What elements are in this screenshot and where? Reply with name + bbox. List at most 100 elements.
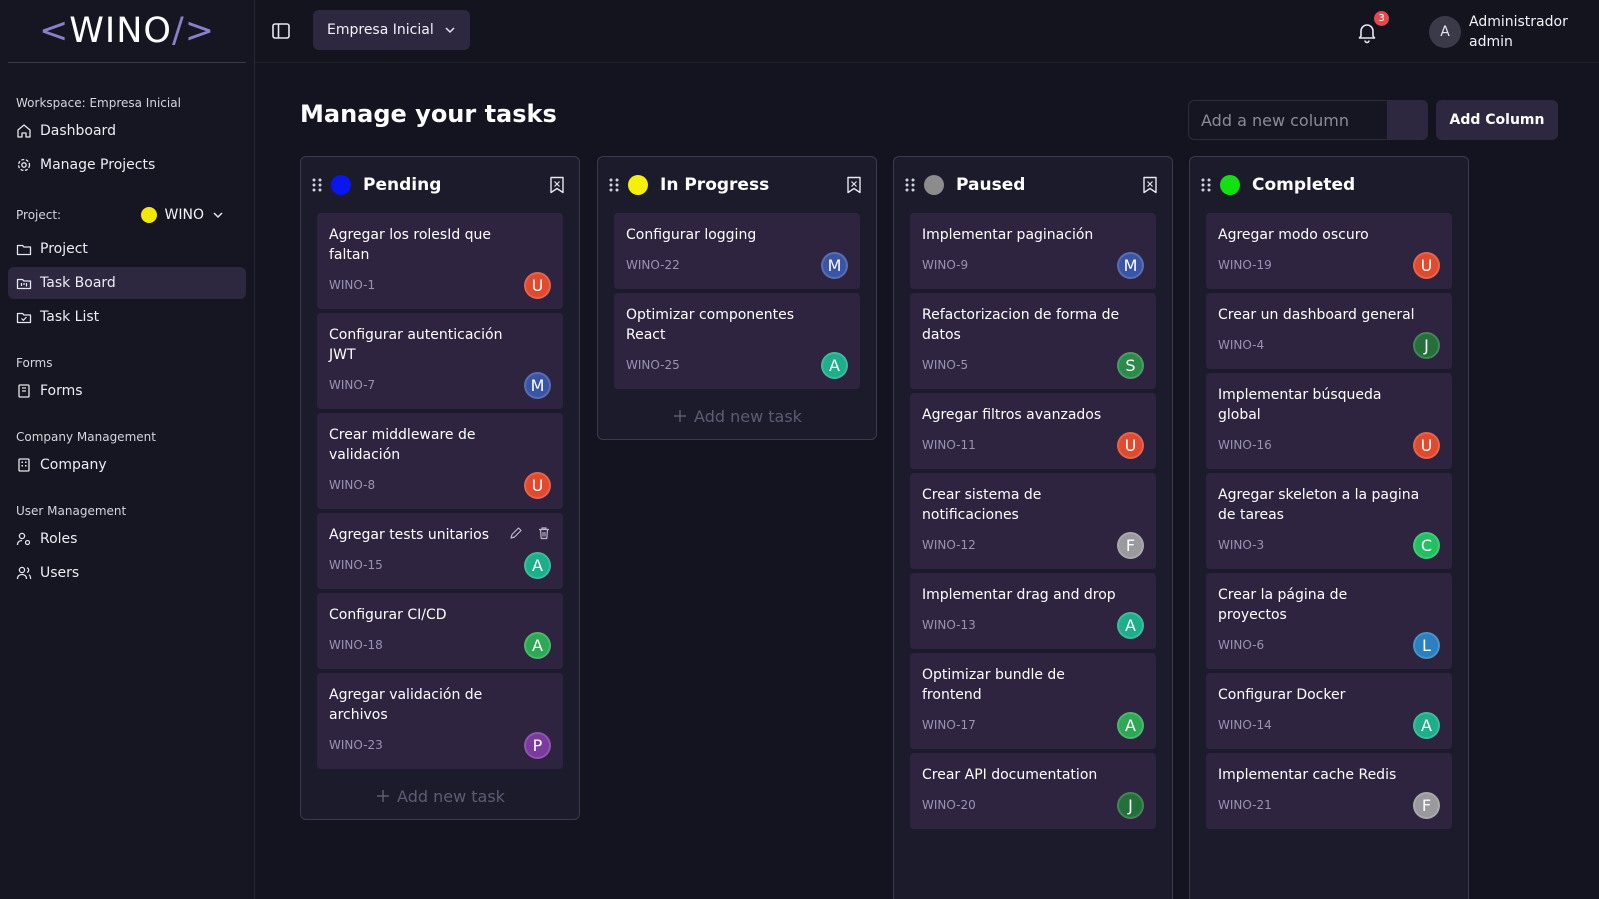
bookmark-icon[interactable] [1142,176,1158,194]
assignee-avatar[interactable]: A [1117,611,1144,639]
task-card[interactable]: Optimizar componentes React WINO-25 A [614,293,860,389]
task-card[interactable]: Crear un dashboard general WINO-4 J [1206,293,1452,369]
column-header: In Progress [609,157,862,213]
task-card[interactable]: Crear API documentation WINO-20 J [910,753,1156,829]
task-code: WINO-17 [922,718,976,732]
task-code: WINO-19 [1218,258,1272,272]
assignee-avatar[interactable]: U [524,271,551,299]
task-card[interactable]: Configurar autenticación JWT WINO-7 M [317,313,563,409]
column-header: Pending [312,157,565,213]
project-select[interactable]: WINO [140,207,224,223]
assignee-avatar[interactable]: U [1413,431,1440,459]
task-footer: WINO-23 P [329,731,551,759]
task-card[interactable]: Implementar paginación WINO-9 M [910,213,1156,289]
assignee-avatar[interactable]: S [1117,351,1144,379]
task-card[interactable]: Crear middleware de validación WINO-8 U [317,413,563,509]
trash-icon[interactable] [537,526,551,540]
add-task-button[interactable]: Add new task [317,773,563,819]
task-title: Implementar paginación [922,227,1094,243]
column-color-dot [924,175,944,195]
drag-handle-icon[interactable] [904,177,916,193]
sidebar-item-task-board[interactable]: Task Board [8,267,246,299]
forms-section: Forms Forms [0,353,254,407]
task-footer: WINO-15 A [329,551,551,579]
assignee-avatar[interactable]: A [1413,711,1440,739]
task-title: Configurar CI/CD [329,607,447,623]
task-title: Optimizar componentes React [626,307,795,343]
wino-logo[interactable]: < WINO/> [8,0,246,63]
user-cog-icon [16,531,32,547]
task-card[interactable]: Agregar los rolesId que faltan WINO-1 U [317,213,563,309]
sidebar-item-label: Task Board [40,275,116,291]
assignee-avatar[interactable]: A [1117,711,1144,739]
task-card[interactable]: Crear la página de proyectos WINO-6 L [1206,573,1452,669]
add-task-button[interactable]: Add new task [614,393,860,439]
edit-pencil-icon[interactable] [509,526,523,540]
task-card[interactable]: Optimizar bundle de frontend WINO-17 A [910,653,1156,749]
assignee-avatar[interactable]: L [1413,631,1440,659]
task-card[interactable]: Agregar validación de archivos WINO-23 P [317,673,563,769]
sidebar-item-project[interactable]: Project [8,233,246,265]
sidebar-toggle-button[interactable] [270,20,292,42]
sidebar-item-dashboard[interactable]: Dashboard [8,115,246,147]
user-avatar[interactable]: A [1429,16,1461,48]
task-card[interactable]: Crear sistema de notificaciones WINO-12 F [910,473,1156,569]
task-card[interactable]: Configurar CI/CD WINO-18 A [317,593,563,669]
assignee-avatar[interactable]: C [1413,531,1440,559]
task-card[interactable]: Agregar tests unitarios WINO-15 A [317,513,563,589]
assignee-avatar[interactable]: U [1117,431,1144,459]
drag-handle-icon[interactable] [608,177,620,193]
sidebar-item-forms[interactable]: Forms [8,375,246,407]
add-column-button[interactable]: Add Column [1436,100,1558,140]
assignee-avatar[interactable]: M [821,251,848,279]
task-card[interactable]: Agregar filtros avanzados WINO-11 U [910,393,1156,469]
task-footer: WINO-18 A [329,631,551,659]
assignee-avatar[interactable]: F [1413,791,1440,819]
new-column-input[interactable] [1188,100,1388,140]
user-info[interactable]: Administrador admin [1469,12,1568,52]
sidebar-item-label: Users [40,565,80,581]
sidebar-item-users[interactable]: Users [8,557,246,589]
assignee-avatar[interactable]: U [524,471,551,499]
assignee-avatar[interactable]: M [1117,251,1144,279]
assignee-avatar[interactable]: A [821,351,848,379]
company-select[interactable]: Empresa Inicial [313,10,470,50]
task-card[interactable]: Agregar modo oscuro WINO-19 U [1206,213,1452,289]
drag-handle-icon[interactable] [1200,177,1212,193]
task-card[interactable]: Configurar Docker WINO-14 A [1206,673,1452,749]
page-title: Manage your tasks [300,100,557,128]
task-card[interactable]: Agregar skeleton a la pagina de tareas WI… [1206,473,1452,569]
project-select-value: WINO [164,207,204,223]
task-card[interactable]: Refactorizacion de forma de datos WINO-5 S [910,293,1156,389]
assignee-avatar[interactable]: U [1413,251,1440,279]
add-task-label: Add new task [397,786,505,806]
task-title: Agregar validación de archivos [329,687,483,723]
color-picker-button[interactable] [1388,100,1428,140]
bookmark-icon[interactable] [549,176,565,194]
task-card[interactable]: Implementar búsqueda global WINO-16 U [1206,373,1452,469]
sidebar-item-task-list[interactable]: Task List [8,301,246,333]
task-card[interactable]: Implementar drag and drop WINO-13 A [910,573,1156,649]
task-code: WINO-18 [329,638,383,652]
assignee-avatar[interactable]: J [1413,331,1440,359]
sidebar-item-roles[interactable]: Roles [8,523,246,555]
assignee-avatar[interactable]: F [1117,531,1144,559]
sidebar-item-label: Forms [40,383,83,399]
column-color-dot [331,175,351,195]
task-card[interactable]: Configurar logging WINO-22 M [614,213,860,289]
task-footer: WINO-13 A [922,611,1144,639]
task-code: WINO-8 [329,478,376,492]
assignee-avatar[interactable]: P [524,731,551,759]
assignee-avatar[interactable]: J [1117,791,1144,819]
task-footer: WINO-1 U [329,271,551,299]
assignee-avatar[interactable]: A [524,551,551,579]
task-code: WINO-25 [626,358,680,372]
sidebar-item-label: Manage Projects [40,157,156,173]
sidebar-item-manage-projects[interactable]: Manage Projects [8,149,246,181]
assignee-avatar[interactable]: M [524,371,551,399]
bookmark-icon[interactable] [846,176,862,194]
drag-handle-icon[interactable] [311,177,323,193]
sidebar-item-company[interactable]: Company [8,449,246,481]
assignee-avatar[interactable]: A [524,631,551,659]
task-card[interactable]: Implementar cache Redis WINO-21 F [1206,753,1452,829]
